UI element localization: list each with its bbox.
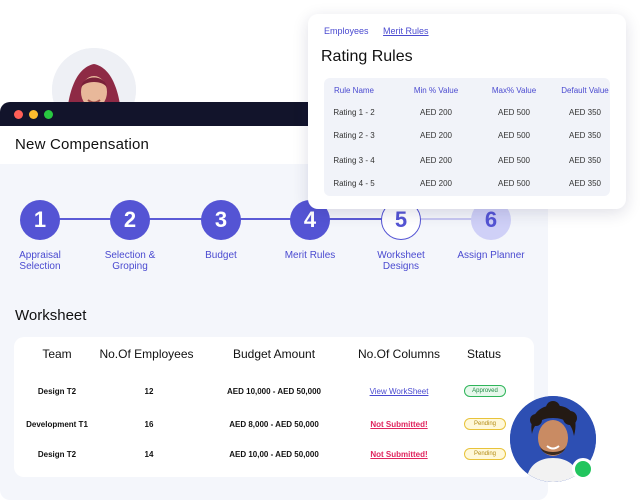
column-header-team: Team: [42, 347, 72, 361]
worksheet-table: Team No.Of Employees Budget Amount No.Of…: [14, 337, 534, 477]
rule-name-cell: Rating 2 - 3: [333, 131, 375, 140]
worksheet-title: Worksheet: [15, 307, 87, 324]
step-label-line: Selection: [19, 261, 61, 272]
view-worksheet-link[interactable]: View WorkSheet: [344, 387, 454, 396]
page-title: New Compensation: [15, 136, 150, 153]
budget-cell: AED 10,00 - AED 50,000: [229, 450, 319, 459]
step-label-line: Merit Rules: [284, 250, 336, 261]
budget-cell: AED 8,000 - AED 50,000: [229, 420, 319, 429]
step-label-line: Groping: [112, 261, 148, 272]
rules-tab-bar: Employees Merit Rules: [324, 26, 441, 36]
tab-merit-rules[interactable]: Merit Rules: [383, 26, 429, 36]
team-cell: Design T2: [37, 450, 77, 459]
online-status-dot: [572, 458, 594, 480]
column-header-columns: No.Of Columns: [357, 347, 441, 361]
employees-cell: 14: [144, 450, 154, 459]
table-row: Development T1 16 AED 8,000 - AED 50,000…: [14, 416, 534, 436]
rule-name-cell: Rating 4 - 5: [333, 179, 375, 188]
table-row: Design T2 14 AED 10,00 - AED 50,000 Not …: [14, 446, 534, 466]
default-value-cell: AED 350: [568, 156, 602, 165]
step-number: 3: [201, 200, 241, 240]
team-cell: Design T2: [37, 387, 77, 396]
step-label-line: Assign Planner: [457, 250, 525, 261]
step-label-line: Selection &: [104, 250, 156, 261]
rating-rules-card: Employees Merit Rules Rating Rules Rule …: [308, 14, 626, 209]
column-header-budget: Budget Amount: [232, 347, 316, 361]
step-label-line: Designs: [382, 261, 420, 272]
status-badge: Approved: [464, 385, 506, 397]
rule-name-cell: Rating 1 - 2: [333, 108, 375, 117]
max-value-cell: AED 500: [497, 156, 531, 165]
min-value-cell: AED 200: [419, 179, 453, 188]
max-value-cell: AED 500: [497, 131, 531, 140]
step-label-line: Worksheet: [377, 250, 425, 261]
column-header-employees: No.Of Employees: [99, 347, 194, 361]
min-value-cell: AED 200: [419, 131, 453, 140]
max-value-cell: AED 500: [497, 179, 531, 188]
min-value-cell: AED 200: [419, 156, 453, 165]
default-value-cell: AED 350: [568, 179, 602, 188]
step-number: 1: [20, 200, 60, 240]
budget-cell: AED 10,000 - AED 50,000: [227, 387, 321, 396]
rating-rules-title: Rating Rules: [321, 48, 413, 65]
column-header-rule-name: Rule Name: [333, 86, 374, 95]
status-badge: Pending: [464, 418, 506, 430]
tab-employees[interactable]: Employees: [324, 26, 369, 36]
not-submitted-link[interactable]: Not Submitted!: [344, 450, 454, 459]
column-header-default: Default Value: [561, 86, 609, 95]
column-header-max: Max% Value: [491, 86, 537, 95]
progress-stepper: 1 Appraisal Selection 2 Selection & Gropin…: [0, 200, 548, 290]
step-assign-planner[interactable]: 6 Assign Planner: [436, 200, 546, 261]
window-maximize-dot[interactable]: [44, 109, 53, 119]
not-submitted-link[interactable]: Not Submitted!: [344, 420, 454, 429]
max-value-cell: AED 500: [497, 108, 531, 117]
employees-cell: 16: [144, 420, 154, 429]
default-value-cell: AED 350: [568, 108, 602, 117]
table-row: Design T2 12 AED 10,000 - AED 50,000 Vie…: [14, 383, 534, 403]
step-label-line: Appraisal: [19, 250, 61, 261]
step-number: 2: [110, 200, 150, 240]
team-cell: Development T1: [26, 420, 88, 429]
status-badge: Pending: [464, 448, 506, 460]
rule-name-cell: Rating 3 - 4: [333, 156, 375, 165]
window-close-dot[interactable]: [14, 109, 23, 119]
step-label-line: Budget: [205, 250, 237, 261]
worksheet-table-header: Team No.Of Employees Budget Amount No.Of…: [14, 347, 534, 367]
min-value-cell: AED 200: [419, 108, 453, 117]
window-minimize-dot[interactable]: [29, 109, 38, 119]
column-header-status: Status: [466, 347, 502, 361]
column-header-min: Min % Value: [413, 86, 459, 95]
default-value-cell: AED 350: [568, 131, 602, 140]
rating-rules-table: Rule Name Min % Value Max% Value Default…: [324, 78, 610, 196]
employees-cell: 12: [144, 387, 154, 396]
